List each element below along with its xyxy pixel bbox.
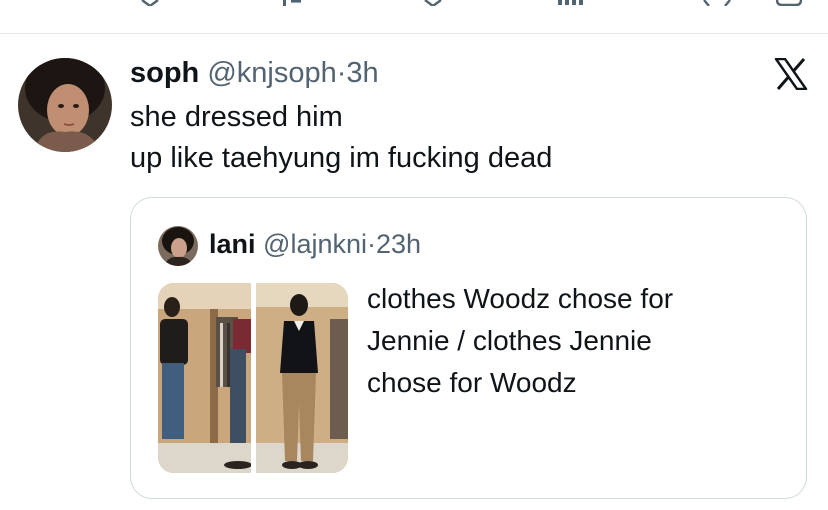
views-icon[interactable]: [558, 0, 584, 6]
quoted-text-line: Jennie / clothes Jennie: [367, 325, 652, 356]
divider: [0, 33, 828, 34]
retweet-icon[interactable]: [140, 0, 160, 6]
stats-icon[interactable]: [283, 0, 301, 6]
quoted-post-card[interactable]: lani @lajnkni·23h clothes Woodz chose fo…: [130, 197, 807, 499]
top-action-row: [0, 0, 828, 30]
author-handle[interactable]: @knjsoph: [207, 57, 336, 89]
quoted-post-text: clothes Woodz chose for Jennie / clothes…: [367, 278, 787, 404]
quoted-text-line: clothes Woodz chose for: [367, 283, 674, 314]
quoted-text-line: chose for Woodz: [367, 367, 577, 398]
avatar[interactable]: [18, 58, 112, 152]
quoted-header: lani @lajnkni·23h: [209, 226, 421, 262]
post-timestamp[interactable]: 3h: [346, 57, 378, 89]
quoted-timestamp[interactable]: 23h: [376, 229, 421, 259]
quoted-avatar[interactable]: [158, 226, 198, 266]
close-icon[interactable]: [702, 0, 732, 6]
author-name[interactable]: soph: [130, 57, 199, 89]
separator-dot: ·: [366, 229, 376, 259]
post-header: soph @knjsoph·3h: [130, 55, 379, 91]
quoted-media-thumbnail[interactable]: [158, 283, 348, 473]
separator-dot: ·: [336, 57, 347, 89]
bookmark-icon[interactable]: [776, 0, 802, 6]
post-text-line: she dressed him: [130, 101, 343, 133]
quoted-author-handle[interactable]: @lajnkni: [263, 229, 367, 259]
x-logo-icon[interactable]: [774, 58, 808, 90]
post-text-line: up like taehyung im fucking dead: [130, 142, 553, 174]
download-icon[interactable]: [424, 0, 442, 6]
quoted-author-name[interactable]: lani: [209, 229, 256, 259]
